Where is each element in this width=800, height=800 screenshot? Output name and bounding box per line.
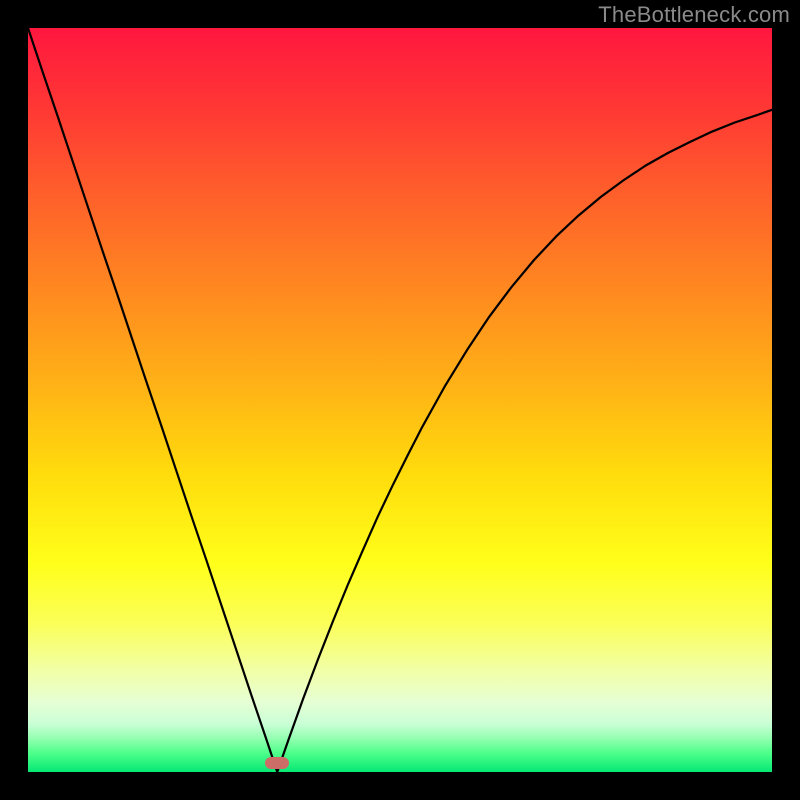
watermark-text: TheBottleneck.com (598, 2, 790, 28)
plot-area (28, 28, 772, 772)
bottleneck-curve (28, 28, 772, 772)
curve-svg (28, 28, 772, 772)
chart-container: TheBottleneck.com (0, 0, 800, 800)
optimal-point-marker (265, 757, 289, 769)
